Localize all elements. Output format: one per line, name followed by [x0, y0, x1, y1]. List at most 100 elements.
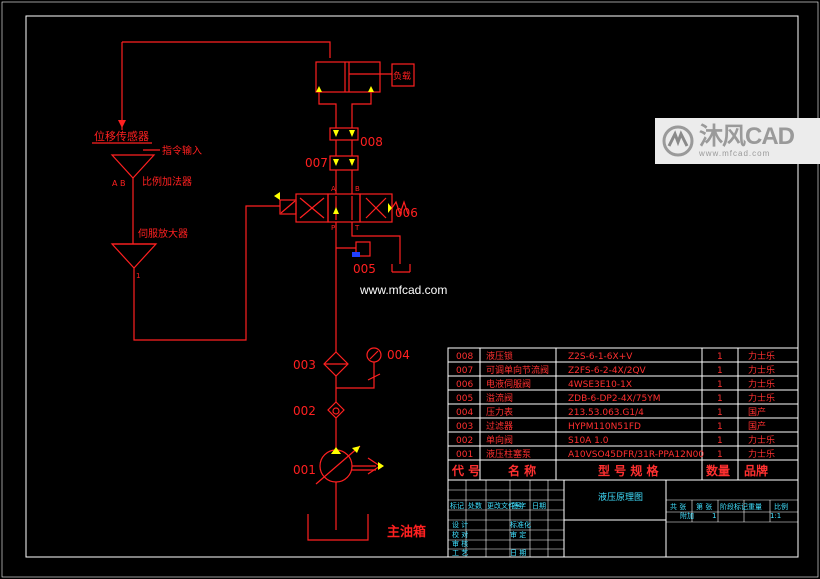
valve-port-b-label: B: [355, 185, 360, 193]
title-block: 标记 处数 更改文件号签字 日期设 计标准化校 对审 定审 核工 艺日 期 共 张第 …: [447, 479, 799, 558]
hydraulic-lock-008: [329, 127, 359, 141]
table-cell-qty: 1: [717, 450, 723, 460]
title-right-header: 重量: [748, 503, 762, 511]
cylinder-port-b: [368, 86, 374, 92]
id-007: 007: [305, 156, 328, 170]
table-cell-brand: 国产: [748, 406, 766, 418]
title-cell-label: 签字: [512, 501, 526, 510]
table-header-name: 名 称: [508, 463, 536, 478]
table-cell-qty: 1: [717, 380, 723, 390]
table-cell-name: 单向阀: [486, 434, 513, 446]
title-cell-label: 审 定: [510, 530, 526, 539]
title-cell-label: 校 对: [452, 530, 468, 539]
id-005: 005: [353, 262, 376, 276]
table-cell-code: 007: [456, 366, 473, 376]
id-001: 001: [293, 463, 316, 477]
table-header-code: 代 号: [451, 463, 480, 478]
title-cell-label: 日 期: [510, 549, 526, 557]
table-cell-brand: 国产: [748, 420, 766, 432]
table-cell-qty: 1: [717, 352, 723, 362]
id-003: 003: [293, 358, 316, 372]
line-a-up: [318, 92, 337, 128]
id-002: 002: [293, 404, 316, 418]
valve-port-t-label: T: [354, 224, 360, 232]
table-cell-brand: 力士乐: [748, 364, 775, 376]
pump-drive-arrow: [378, 462, 384, 470]
throttle-arrow-a: [333, 159, 339, 166]
line-b-up: [351, 92, 372, 128]
watermark-url: www.mfcad.com: [699, 148, 771, 158]
table-cell-model: ZDB-6-DP2-4X/75YM: [568, 394, 660, 404]
table-cell-model: HYPM110N51FD: [568, 422, 641, 432]
title-cell-label: 设 计: [452, 520, 468, 529]
table-cell-name: 过滤器: [486, 420, 513, 432]
gauge-needle: [369, 350, 379, 360]
parts-table: 008 液压锁 Z2S-6-1-6X+V 1 力士乐 007 可调单向节流阀 Z2FS-6-2…: [447, 347, 799, 481]
table-header-brand: 品牌: [744, 463, 768, 478]
title-cell-label: 标记: [450, 501, 464, 510]
table-cell-model: Z2S-6-1-6X+V: [568, 352, 633, 362]
table-cell-qty: 1: [717, 394, 723, 404]
table-cell-model: A10VSO45DFR/31R-PPA12N00: [568, 450, 704, 460]
load-label: 负载: [393, 70, 411, 82]
site-url-text: www.mfcad.com: [359, 283, 447, 297]
feedback-line-top: [122, 41, 331, 58]
table-cell-name: 压力表: [486, 406, 513, 418]
table-cell-model: 4WSE3E10-1X: [568, 380, 632, 390]
id-006: 006: [395, 206, 418, 220]
table-cell-name: 液压锁: [486, 350, 513, 362]
solenoid-diag: [280, 200, 296, 214]
table-cell-model: 213.53.063.G1/4: [568, 408, 644, 418]
title-right-header: 比例: [774, 502, 788, 511]
valve-port-a-label: A: [331, 185, 336, 193]
gauge-line: [336, 362, 375, 389]
servo-amp-mark: 1: [136, 272, 140, 280]
table-cell-code: 003: [456, 422, 473, 432]
main-tank-label: 主油箱: [387, 524, 426, 540]
table-cell-code: 006: [456, 380, 473, 390]
title-cell-label: 审 核: [452, 539, 468, 548]
adder-port-marks: A B: [112, 179, 126, 188]
valve-port-p-label: P: [331, 224, 335, 232]
proportional-adder-label: 比例加法器: [142, 175, 192, 188]
spring-arrow: [388, 203, 392, 213]
drawing-title: 液压原理图: [598, 491, 643, 503]
title-block-qty: 1: [712, 512, 716, 520]
table-cell-qty: 1: [717, 422, 723, 432]
table-cell-brand: 力士乐: [748, 378, 775, 390]
id-004: 004: [387, 348, 410, 362]
throttle-check-valve-007: [329, 155, 359, 171]
title-block-frame: [447, 479, 799, 558]
check-valve-002: [327, 401, 345, 419]
table-cell-name: 可调单向节流阀: [486, 364, 549, 376]
table-cell-name: 溢流阀: [486, 392, 513, 404]
table-cell-qty: 1: [717, 408, 723, 418]
table-cell-brand: 力士乐: [748, 392, 775, 404]
check-ball: [332, 407, 340, 415]
table-cell-brand: 力士乐: [748, 350, 775, 362]
servo-amplifier-label: 伺服放大器: [138, 227, 188, 240]
table-header-qty: 数量: [706, 463, 730, 478]
table-header-model: 型 号 规 格: [598, 463, 660, 478]
command-input-label: 指令输入: [162, 144, 202, 157]
title-block-scale: 1:1: [770, 512, 781, 520]
watermark-brand: 沐风CAD: [699, 122, 795, 150]
table-cell-model: S10A 1.0: [568, 436, 609, 446]
id-008: 008: [360, 135, 383, 149]
title-right-header: 共 张: [670, 502, 686, 511]
servo-valve-center-box: [327, 193, 361, 223]
table-cell-qty: 1: [717, 366, 723, 376]
title-right-header: 第 张: [696, 502, 712, 511]
title-right-header: 阶段标记: [720, 502, 748, 511]
title-block-sheet: 附加: [680, 511, 694, 520]
table-cell-name: 电液伺服阀: [486, 378, 531, 390]
hydraulic-schematic-drawing: 位移传感器 指令输入 A B 比例加法器 伺服放大器 1 负载 008 007 …: [1, 1, 819, 578]
table-cell-model: Z2FS-6-2-4X/2QV: [568, 366, 647, 376]
lock-arrow-a: [333, 130, 339, 137]
mfcad-watermark: 沐风CAD www.mfcad.com: [655, 118, 820, 164]
title-cell-label: 标准化: [510, 520, 531, 529]
displacement-sensor-label: 位移传感器: [94, 129, 149, 143]
feedback-arrow: [118, 120, 126, 128]
main-tank: [307, 514, 369, 541]
proportional-adder-symbol: [110, 154, 156, 179]
